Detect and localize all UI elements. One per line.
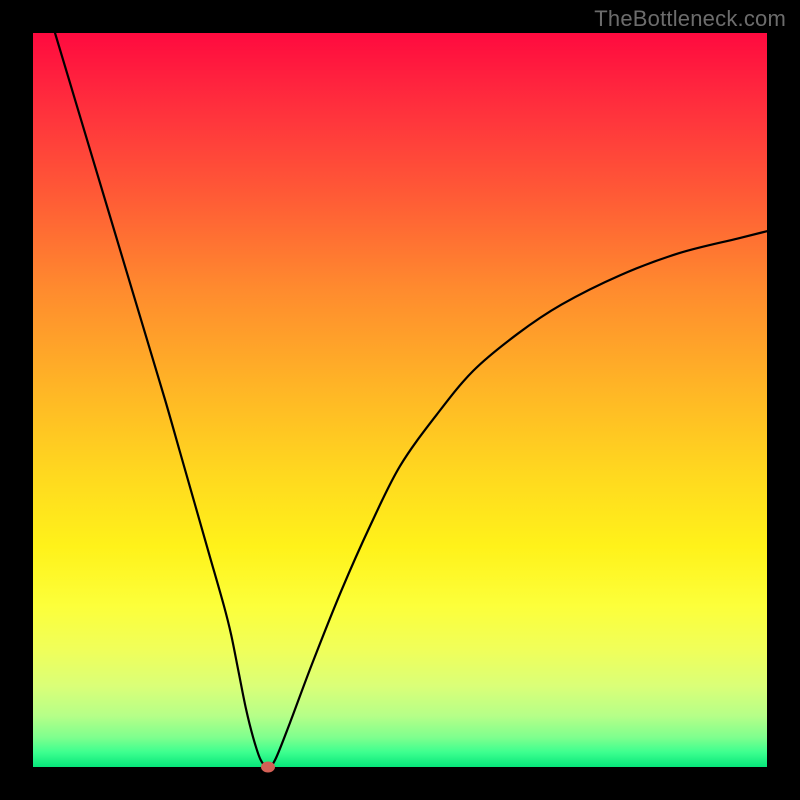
chart-frame: TheBottleneck.com bbox=[0, 0, 800, 800]
plot-area bbox=[33, 33, 767, 767]
bottleneck-curve bbox=[33, 33, 767, 767]
optimal-point-marker bbox=[261, 762, 275, 773]
watermark-text: TheBottleneck.com bbox=[594, 6, 786, 32]
